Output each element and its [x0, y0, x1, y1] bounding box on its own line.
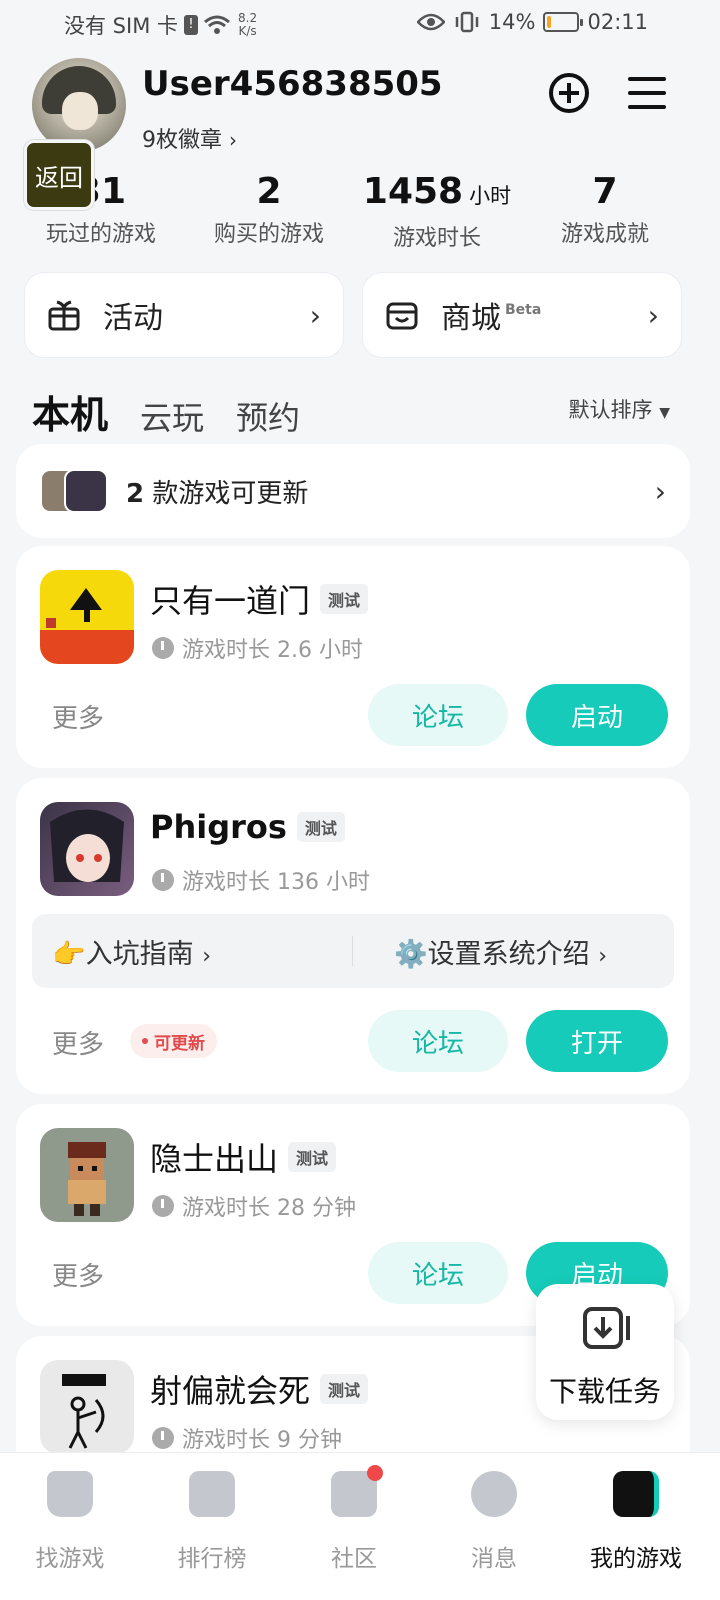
download-task-label: 下载任务 — [548, 1375, 661, 1408]
game-playtime: 游戏时长 28 分钟 — [182, 1196, 356, 1221]
wifi-icon — [204, 15, 230, 34]
download-icon — [583, 1307, 630, 1349]
game-card: Phigros 测试 游戏时长 136 小时 👉入坑指南 › ⚙️设置系统介绍 ›… — [16, 778, 690, 1094]
guide-link-settings[interactable]: ⚙️设置系统介绍 › — [394, 932, 607, 971]
game-name[interactable]: 射偏就会死 — [150, 1366, 310, 1412]
notification-dot — [367, 1465, 383, 1481]
game-playtime: 游戏时长 136 小时 — [182, 870, 370, 895]
stopwatch-icon — [152, 1427, 174, 1449]
open-button[interactable]: 打开 — [526, 1010, 668, 1072]
update-bar[interactable]: 2 款游戏可更新 › — [16, 444, 690, 538]
nav-community[interactable]: 社区 — [284, 1465, 424, 1573]
test-tag: 测试 — [296, 812, 345, 842]
sort-dropdown[interactable]: 默认排序 ▼ — [569, 394, 670, 424]
update-text: 款游戏可更新 — [152, 478, 309, 509]
username[interactable]: User456838505 — [142, 64, 443, 104]
guide-bar: 👉入坑指南 › ⚙️设置系统介绍 › — [32, 914, 674, 988]
more-button[interactable]: 更多 — [52, 698, 104, 735]
mall-label: 商城 — [441, 301, 501, 336]
game-name[interactable]: 隐士出山 — [150, 1134, 278, 1180]
game-name[interactable]: 只有一道门 — [150, 576, 310, 622]
stats-row: 31 玩过的游戏 2 购买的游戏 1458 小时 游戏时长 7 游戏成就 — [0, 170, 720, 252]
gift-icon — [48, 300, 80, 331]
game-playtime: 游戏时长 2.6 小时 — [182, 638, 363, 663]
game-icon[interactable] — [40, 570, 134, 664]
tab-reserve[interactable]: 预约 — [236, 393, 300, 439]
stopwatch-icon — [152, 637, 174, 659]
test-tag: 测试 — [288, 1142, 337, 1172]
community-icon — [331, 1465, 383, 1517]
game-icon[interactable] — [40, 1128, 134, 1222]
update-badge: 可更新 — [130, 1024, 217, 1058]
avatar[interactable] — [32, 58, 126, 152]
nav-ranking[interactable]: 排行榜 — [142, 1471, 282, 1573]
vibrate-icon — [455, 11, 479, 33]
tab-cloud[interactable]: 云玩 — [140, 393, 204, 439]
net-speed: 8.2 K/s — [238, 11, 258, 38]
clock-time: 02:11 — [587, 10, 648, 34]
find-game-icon — [47, 1471, 93, 1517]
bottom-nav: 找游戏 排行榜 社区 消息 我的游戏 — [0, 1452, 720, 1600]
stat-achievements[interactable]: 7 游戏成就 — [520, 170, 690, 248]
nav-message[interactable]: 消息 — [424, 1471, 564, 1573]
forum-button[interactable]: 论坛 — [368, 684, 508, 746]
menu-icon[interactable] — [628, 76, 666, 110]
stat-playtime[interactable]: 1458 小时 游戏时长 — [352, 170, 522, 252]
mall-card[interactable]: 商城 Beta › — [362, 272, 682, 358]
activity-card[interactable]: 活动 › — [24, 272, 344, 358]
badges-link[interactable]: 9枚徽章 › — [142, 122, 237, 154]
update-count: 2 — [126, 478, 145, 509]
nav-my-games[interactable]: 我的游戏 — [566, 1471, 706, 1573]
forum-button[interactable]: 论坛 — [368, 1010, 508, 1072]
add-circle-icon[interactable] — [548, 72, 590, 114]
game-name[interactable]: Phigros — [150, 808, 287, 846]
game-playtime: 游戏时长 9 分钟 — [182, 1428, 342, 1453]
tab-local[interactable]: 本机 — [27, 384, 113, 439]
nav-find-game[interactable]: 找游戏 — [0, 1471, 140, 1573]
stat-purchased[interactable]: 2 购买的游戏 — [184, 170, 354, 248]
game-card: 只有一道门 测试 游戏时长 2.6 小时 更多 论坛 启动 — [16, 546, 690, 768]
sim-alert-icon: ! — [184, 15, 198, 35]
eye-icon — [416, 13, 445, 31]
battery-icon — [543, 12, 584, 32]
ranking-icon — [189, 1471, 235, 1517]
game-tabs: 本机 云玩 预约 — [27, 384, 300, 439]
shop-icon — [386, 302, 418, 330]
carrier-label: 没有 SIM 卡 — [64, 14, 178, 38]
chevron-right-icon: › — [309, 298, 321, 332]
launch-button[interactable]: 启动 — [526, 684, 668, 746]
game-icon[interactable] — [40, 802, 134, 896]
stopwatch-icon — [152, 869, 174, 891]
more-button[interactable]: 更多 — [52, 1256, 104, 1293]
update-thumbnails — [40, 467, 114, 515]
back-button[interactable]: 返回 — [24, 140, 94, 210]
more-button[interactable]: 更多 — [52, 1024, 104, 1061]
chevron-right-icon: › — [647, 298, 659, 332]
status-bar: 没有 SIM 卡 ! 8.2 K/s 14% 02:11 — [0, 0, 720, 50]
message-icon — [471, 1471, 517, 1517]
my-games-icon — [613, 1471, 659, 1517]
game-icon[interactable] — [40, 1360, 134, 1454]
battery-percent: 14% — [488, 10, 536, 34]
forum-button[interactable]: 论坛 — [368, 1242, 508, 1304]
test-tag: 测试 — [320, 1374, 369, 1404]
chevron-right-icon: › — [654, 474, 666, 508]
guide-link-beginner[interactable]: 👉入坑指南 › — [52, 932, 211, 971]
beta-badge: Beta — [505, 302, 542, 318]
stopwatch-icon — [152, 1195, 174, 1217]
test-tag: 测试 — [320, 584, 369, 614]
activity-label: 活动 — [103, 301, 163, 336]
download-task-button[interactable]: 下载任务 — [536, 1284, 674, 1420]
